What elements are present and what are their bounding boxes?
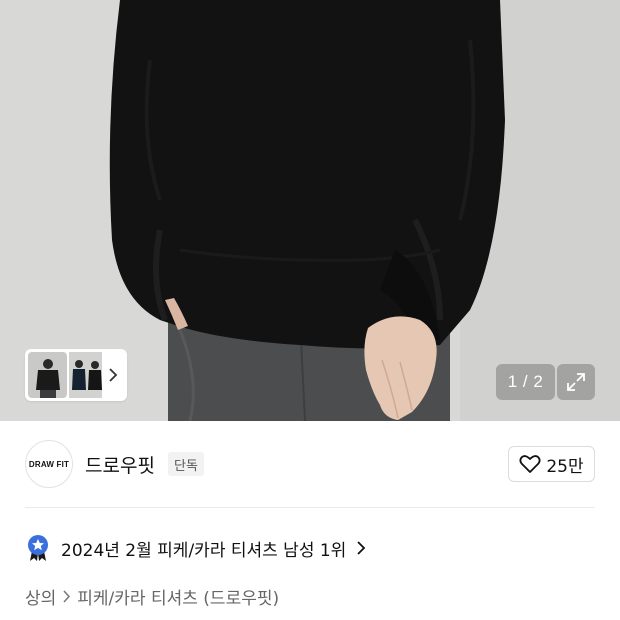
- breadcrumb: 상의 피케/카라 티셔츠 (드로우핏): [25, 582, 279, 610]
- breadcrumb-item-subcategory[interactable]: 피케/카라 티셔츠 (드로우핏): [77, 584, 279, 609]
- ranking-medal-icon: [28, 535, 48, 561]
- brand-logo-text: DRAW FIT: [28, 459, 70, 469]
- thumbnail-1[interactable]: [28, 352, 68, 398]
- like-button[interactable]: 25만: [508, 446, 595, 482]
- ranking-text: 2024년 2월 피케/카라 티셔츠 남성 1위: [61, 540, 347, 561]
- brand-logo[interactable]: DRAW FIT: [25, 440, 73, 488]
- like-count: 25만: [546, 456, 584, 477]
- expand-button[interactable]: [557, 364, 595, 400]
- ranking-link[interactable]: 2024년 2월 피케/카라 티셔츠 남성 1위: [25, 533, 366, 563]
- section-divider: [25, 507, 595, 508]
- thumbnail-2[interactable]: [69, 352, 103, 398]
- page-counter: 1 / 2: [496, 364, 555, 400]
- exclusive-badge: 단독: [168, 452, 204, 476]
- thumbnail-strip[interactable]: [25, 349, 127, 401]
- expand-arrows-icon: [567, 373, 585, 391]
- brand-name-link[interactable]: 드로우핏: [85, 451, 155, 478]
- chevron-right-icon: [357, 541, 366, 555]
- heart-outline-icon: [519, 455, 541, 473]
- product-image-gallery[interactable]: 1 / 2: [0, 0, 620, 421]
- breadcrumb-item-category[interactable]: 상의: [25, 584, 56, 609]
- chevron-right-icon: [62, 589, 71, 603]
- chevron-right-icon[interactable]: [102, 352, 124, 398]
- brand-row: DRAW FIT 드로우핏 단독 25만: [25, 440, 595, 488]
